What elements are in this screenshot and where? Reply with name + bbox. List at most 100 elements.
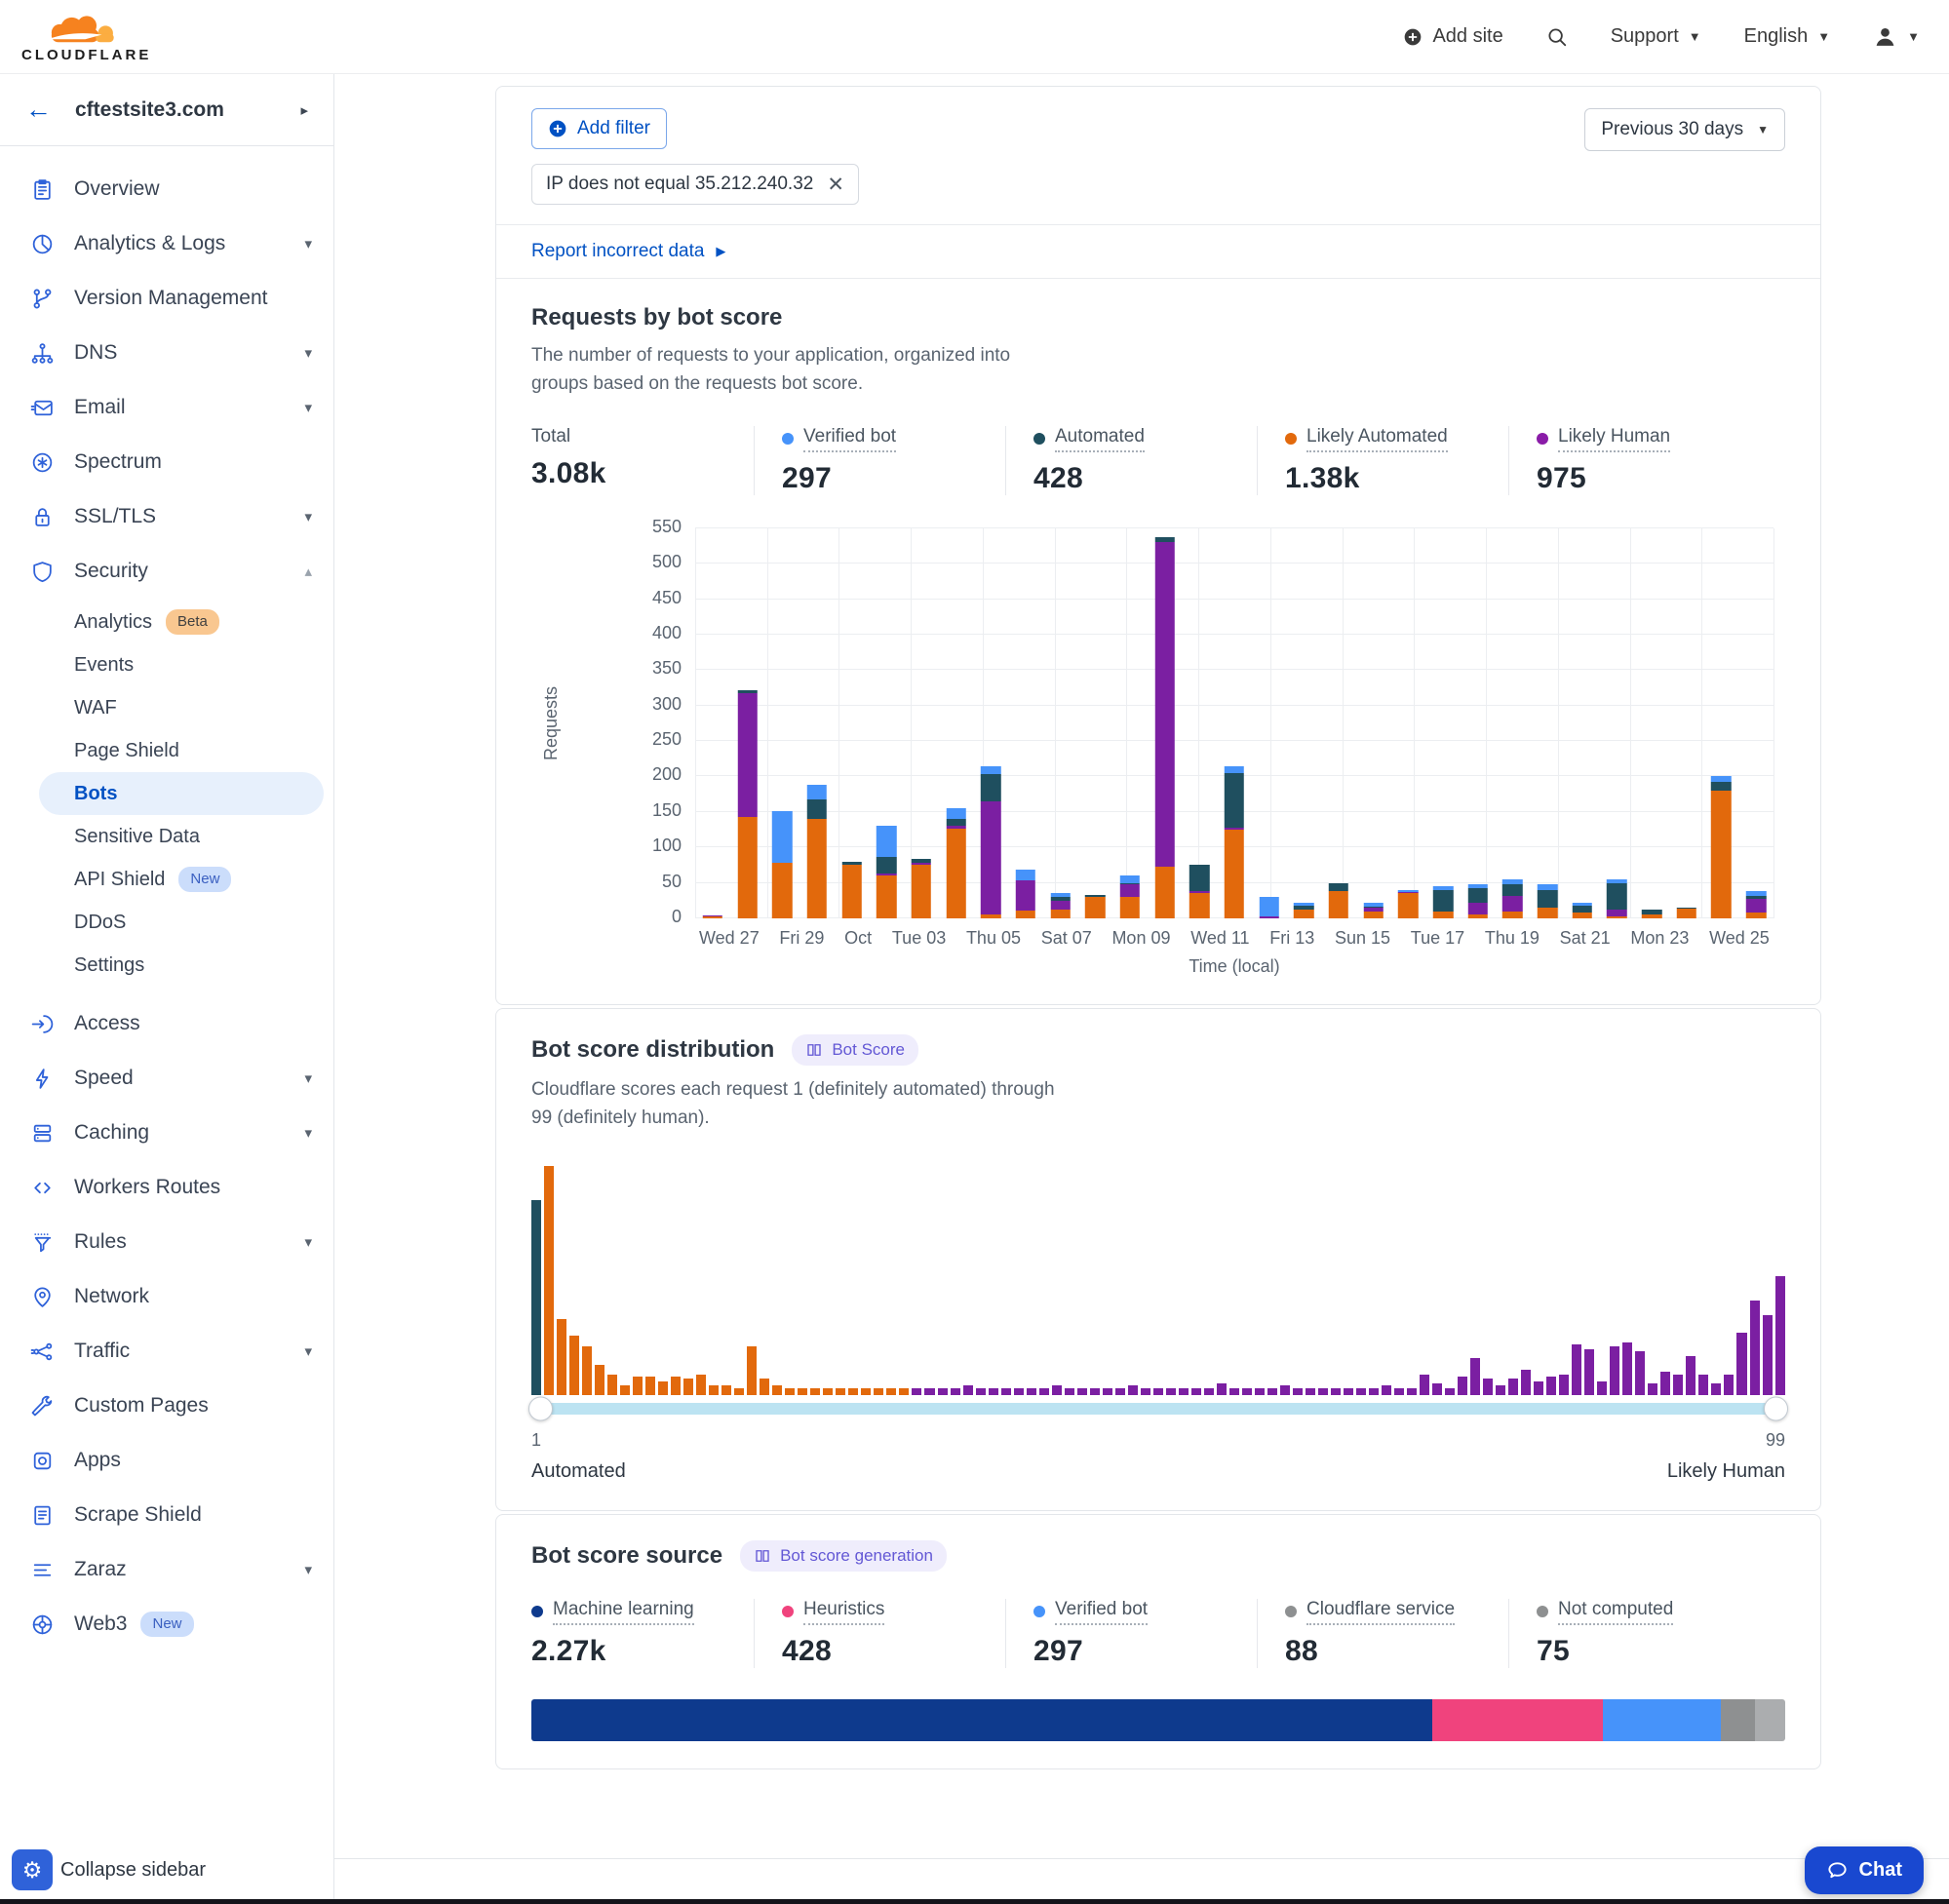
histogram-bar <box>1153 1388 1163 1395</box>
histogram-bar <box>1660 1372 1670 1395</box>
sidebar-item-events[interactable]: Events <box>0 643 333 686</box>
report-row: Report incorrect data ▶ <box>496 225 1820 279</box>
sidebar-item-analytics[interactable]: AnalyticsBeta <box>0 601 333 643</box>
cloudflare-logo[interactable]: CLOUDFLARE <box>21 11 151 63</box>
spectrum-icon <box>29 449 55 475</box>
histogram-bar <box>760 1379 769 1394</box>
bot-score-generation-badge[interactable]: Bot score generation <box>740 1540 947 1572</box>
language-label: English <box>1744 25 1809 48</box>
histogram-bar <box>1166 1388 1176 1395</box>
sidebar-item-caching[interactable]: Caching▾ <box>0 1106 333 1160</box>
histogram-bar <box>861 1388 871 1395</box>
bot-score-badge[interactable]: Bot Score <box>792 1034 918 1066</box>
gridline-v <box>1198 528 1199 918</box>
chevron-down-icon: ▾ <box>304 1561 312 1578</box>
stat-label[interactable]: Automated <box>1055 426 1145 452</box>
gridline-v <box>1486 528 1487 918</box>
y-tick-label: 300 <box>652 694 682 715</box>
stat-label[interactable]: Cloudflare service <box>1306 1599 1455 1625</box>
sidebar-item-dns[interactable]: DNS▾ <box>0 326 333 380</box>
sidebar-item-traffic[interactable]: Traffic▾ <box>0 1324 333 1379</box>
sidebar-item-workers-routes[interactable]: Workers Routes <box>0 1160 333 1215</box>
plus-circle-icon <box>1403 27 1423 47</box>
sidebar-item-sensitive-data[interactable]: Sensitive Data <box>0 815 333 858</box>
sidebar-item-version-management[interactable]: Version Management <box>0 271 333 326</box>
sidebar-item-scrape-shield[interactable]: Scrape Shield <box>0 1488 333 1542</box>
filter-chip[interactable]: IP does not equal 35.212.240.32 ✕ <box>531 164 859 205</box>
chevron-up-icon: ▴ <box>304 563 312 580</box>
sidebar-item-rules[interactable]: Rules▾ <box>0 1215 333 1269</box>
account-menu[interactable]: ▼ <box>1873 24 1920 49</box>
email-icon <box>29 395 55 420</box>
stat-label[interactable]: Likely Automated <box>1306 426 1448 452</box>
sidebar-item-security[interactable]: Security▴ <box>0 544 333 599</box>
likely-automated-segment <box>737 817 757 918</box>
support-menu[interactable]: Support ▼ <box>1611 25 1701 48</box>
sidebar-item-custom-pages[interactable]: Custom Pages <box>0 1379 333 1433</box>
sidebar-item-settings[interactable]: Settings <box>0 944 333 987</box>
chevron-down-icon: ▼ <box>1817 29 1830 44</box>
chart-bar <box>1050 893 1070 917</box>
source-title: Bot score source <box>531 1542 722 1570</box>
histogram-bar <box>1508 1379 1518 1394</box>
sidebar-item-waf[interactable]: WAF <box>0 686 333 729</box>
x-tick-label: Mon 23 <box>1630 928 1689 949</box>
stat-label[interactable]: Not computed <box>1558 1599 1673 1625</box>
collapse-sidebar[interactable]: ⚙ Collapse sidebar <box>12 1849 206 1890</box>
sidebar-item-email[interactable]: Email▾ <box>0 380 333 435</box>
chat-button[interactable]: Chat <box>1805 1846 1924 1894</box>
sidebar-item-label: Custom Pages <box>74 1394 312 1418</box>
stat-label: Total <box>531 426 570 447</box>
stat-label-row: Machine learning <box>531 1599 728 1625</box>
x-tick-label: Fri 29 <box>779 928 824 949</box>
x-axis-labels: Wed 27Fri 29OctTue 03Thu 05Sat 07Mon 09W… <box>695 928 1774 949</box>
add-site-button[interactable]: Add site <box>1403 25 1502 48</box>
stat-label-row: Not computed <box>1537 1599 1735 1625</box>
sidebar-item-zaraz[interactable]: Zaraz▾ <box>0 1542 333 1597</box>
stat-label[interactable]: Likely Human <box>1558 426 1670 452</box>
back-arrow-icon[interactable]: ← <box>25 97 52 123</box>
machine-learning-bar-segment <box>531 1699 1432 1741</box>
stat-label[interactable]: Verified bot <box>1055 1599 1148 1625</box>
add-filter-button[interactable]: Add filter <box>531 108 667 149</box>
language-menu[interactable]: English ▼ <box>1744 25 1830 48</box>
score-range-slider[interactable] <box>531 1403 1785 1415</box>
verified-bot-stat: Verified bot297 <box>1005 1599 1257 1668</box>
sidebar-item-analytics-logs[interactable]: Analytics & Logs▾ <box>0 216 333 271</box>
chevron-right-icon[interactable]: ▸ <box>300 101 308 119</box>
slider-handle-max[interactable] <box>1764 1396 1788 1420</box>
chart-bar <box>1329 883 1348 918</box>
histogram-bar <box>620 1385 630 1394</box>
chart-bar <box>1294 903 1313 918</box>
histogram-bar <box>989 1388 998 1395</box>
verified-bot-segment <box>981 766 1000 775</box>
slider-handle-min[interactable] <box>528 1396 553 1420</box>
sidebar-item-bots[interactable]: Bots <box>39 772 324 815</box>
date-range-select[interactable]: Previous 30 days ▼ <box>1584 108 1785 151</box>
sidebar-item-overview[interactable]: Overview <box>0 162 333 216</box>
zaraz-icon <box>29 1557 55 1582</box>
sidebar-item-network[interactable]: Network <box>0 1269 333 1324</box>
stat-label[interactable]: Heuristics <box>803 1599 884 1625</box>
sidebar-item-label: Email <box>74 396 285 419</box>
histogram-bar <box>1584 1349 1594 1395</box>
gear-icon[interactable]: ⚙ <box>12 1849 53 1890</box>
sidebar-item-access[interactable]: Access <box>0 996 333 1051</box>
sidebar-item-ddos[interactable]: DDoS <box>0 901 333 944</box>
sidebar-item-page-shield[interactable]: Page Shield <box>0 729 333 772</box>
apps-icon <box>29 1448 55 1473</box>
chat-label: Chat <box>1859 1859 1902 1882</box>
sidebar-item-speed[interactable]: Speed▾ <box>0 1051 333 1106</box>
remove-filter-icon[interactable]: ✕ <box>827 175 844 195</box>
stat-label[interactable]: Verified bot <box>803 426 896 452</box>
report-incorrect-data-link[interactable]: Report incorrect data <box>531 241 704 262</box>
sidebar-item-api-shield[interactable]: API ShieldNew <box>0 858 333 901</box>
chevron-down-icon: ▼ <box>1907 29 1920 44</box>
sidebar-item-ssl-tls[interactable]: SSL/TLS▾ <box>0 489 333 544</box>
sidebar-item-apps[interactable]: Apps <box>0 1433 333 1488</box>
sidebar-item-spectrum[interactable]: Spectrum <box>0 435 333 489</box>
stat-label[interactable]: Machine learning <box>553 1599 694 1625</box>
search-button[interactable] <box>1546 26 1568 48</box>
beta-badge: Beta <box>166 609 219 635</box>
sidebar-item-web3[interactable]: Web3New <box>0 1597 333 1651</box>
